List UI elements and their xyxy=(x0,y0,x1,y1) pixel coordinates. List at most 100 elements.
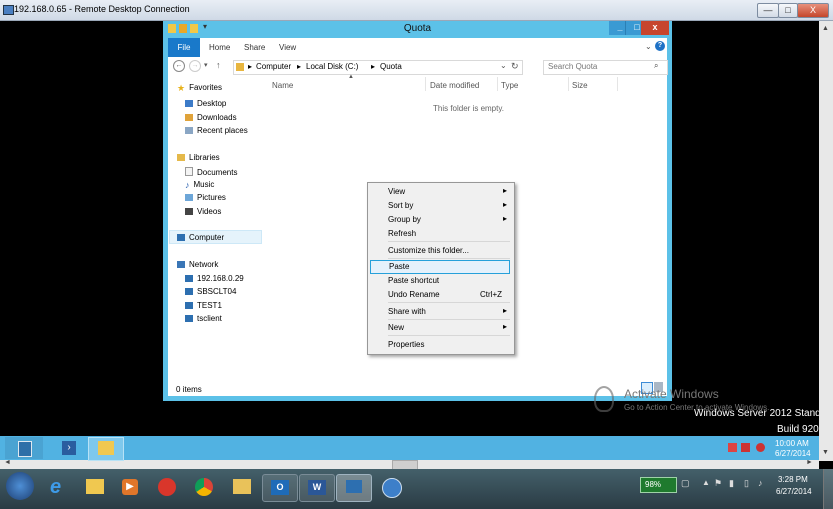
breadcrumb-quota[interactable]: Quota xyxy=(380,62,402,71)
nav-item-downloads[interactable]: Downloads xyxy=(185,113,237,122)
menu-item-customize-folder[interactable]: Customize this folder... xyxy=(368,244,514,258)
search-icon[interactable]: ⌕ xyxy=(654,61,658,71)
nav-network[interactable]: Network xyxy=(177,260,218,269)
scroll-down-icon[interactable]: ▼ xyxy=(822,449,829,456)
client-clock-time[interactable]: 3:28 PM xyxy=(778,475,808,484)
nav-item-videos[interactable]: Videos xyxy=(185,207,221,216)
recent-locations-icon[interactable]: ▾ xyxy=(204,61,208,69)
menu-item-label: Properties xyxy=(388,340,425,349)
rdp-close-button[interactable]: X xyxy=(797,3,829,18)
nav-item-network-host[interactable]: TEST1 xyxy=(185,301,222,310)
nav-item-pictures[interactable]: Pictures xyxy=(185,193,226,202)
nav-item-network-host[interactable]: tsclient xyxy=(185,314,222,323)
tray-flag-icon[interactable] xyxy=(728,443,737,452)
tray-app-icon[interactable]: ▢ xyxy=(681,478,690,489)
nav-item-recent-places[interactable]: Recent places xyxy=(185,126,248,135)
tray-power-icon[interactable]: ▮ xyxy=(729,478,734,489)
nav-item-documents[interactable]: Documents xyxy=(185,167,237,177)
menu-item-properties[interactable]: Properties xyxy=(368,338,514,352)
column-header-date-modified[interactable]: Date modified xyxy=(430,81,479,90)
column-divider xyxy=(425,77,426,91)
nav-computer[interactable]: Computer xyxy=(177,233,224,242)
menu-item-paste-shortcut[interactable]: Paste shortcut xyxy=(368,274,514,288)
breadcrumb-computer[interactable]: Computer xyxy=(256,62,291,71)
show-desktop-button[interactable] xyxy=(823,469,833,509)
taskbar-app-button[interactable] xyxy=(374,474,408,500)
tray-show-hidden-icon[interactable]: ▲ xyxy=(702,478,710,487)
breadcrumb-separator-icon[interactable]: ▸ xyxy=(297,62,301,71)
up-button[interactable]: ↑ xyxy=(216,60,221,70)
menu-item-share-with[interactable]: Share with ▸ xyxy=(368,305,514,319)
back-button[interactable]: ← xyxy=(173,60,185,72)
menu-item-paste[interactable]: Paste xyxy=(370,260,510,274)
client-clock-date[interactable]: 6/27/2014 xyxy=(776,487,812,496)
taskbar-rdp-button[interactable] xyxy=(336,474,372,502)
scroll-left-icon[interactable]: ◄ xyxy=(4,459,11,466)
taskbar-chrome-button[interactable] xyxy=(187,474,221,500)
nav-item-network-host[interactable]: 192.168.0.29 xyxy=(185,274,244,283)
help-icon[interactable]: ? xyxy=(655,41,665,51)
menu-item-new[interactable]: New ▸ xyxy=(368,321,514,335)
battery-indicator[interactable]: 98% xyxy=(640,477,677,493)
ribbon-expand-icon[interactable]: ⌄ xyxy=(645,42,652,51)
scroll-right-icon[interactable]: ► xyxy=(806,459,813,466)
tab-share[interactable]: Share xyxy=(244,43,265,52)
libraries-icon xyxy=(177,154,185,161)
address-bar[interactable]: ▸ Computer ▸ Local Disk (C:) ▸ Quota ⌄ ↻ xyxy=(233,60,523,75)
taskbar-ie-button[interactable]: e xyxy=(42,474,76,500)
server-clock-date[interactable]: 6/27/2014 xyxy=(775,449,811,458)
menu-item-undo-rename[interactable]: Undo Rename Ctrl+Z xyxy=(368,288,514,302)
nav-libraries[interactable]: Libraries xyxy=(177,153,220,162)
close-button[interactable]: x xyxy=(641,21,669,35)
taskbar-media-button[interactable]: ▶ xyxy=(113,474,147,500)
rdp-vertical-scrollbar[interactable]: ▲ ▼ xyxy=(819,21,833,461)
nav-item-desktop[interactable]: Desktop xyxy=(185,99,226,108)
rdp-window-title: 192.168.0.65 - Remote Desktop Connection xyxy=(14,4,190,14)
start-button[interactable] xyxy=(6,472,34,500)
taskbar-explorer-button[interactable] xyxy=(78,474,112,500)
nav-item-label: Desktop xyxy=(197,99,227,108)
menu-item-refresh[interactable]: Refresh xyxy=(368,227,514,241)
rdp-minimize-button[interactable]: — xyxy=(757,3,779,18)
server-clock-time[interactable]: 10:00 AM xyxy=(775,439,809,448)
column-header-type[interactable]: Type xyxy=(501,81,518,90)
taskbar-powershell-button[interactable]: › xyxy=(50,437,88,459)
refresh-icon[interactable]: ↻ xyxy=(511,61,519,72)
computer-icon xyxy=(185,315,193,322)
taskbar-folder-button[interactable] xyxy=(225,474,259,500)
breadcrumb-local-disk[interactable]: Local Disk (C:) xyxy=(306,62,358,71)
menu-item-view[interactable]: View ▸ xyxy=(368,185,514,199)
rdp-maximize-button[interactable]: □ xyxy=(778,3,798,18)
nav-item-network-host[interactable]: SBSCLT04 xyxy=(185,287,236,296)
breadcrumb-separator-icon[interactable]: ▸ xyxy=(371,62,375,71)
search-input[interactable]: Search Quota ⌕ xyxy=(543,60,668,75)
column-header-size[interactable]: Size xyxy=(572,81,588,90)
forward-button[interactable]: → xyxy=(189,60,201,72)
taskbar-explorer-button[interactable] xyxy=(88,437,124,461)
address-dropdown-icon[interactable]: ⌄ xyxy=(500,61,507,70)
tray-network-icon[interactable]: ▯ xyxy=(744,478,749,489)
taskbar-word-button[interactable]: W xyxy=(299,474,335,502)
breadcrumb-separator-icon[interactable]: ▸ xyxy=(248,62,252,71)
taskbar-outlook-button[interactable]: O xyxy=(262,474,298,502)
tray-volume-icon[interactable]: ♪ xyxy=(758,478,763,488)
taskbar-server-manager-button[interactable] xyxy=(5,437,43,459)
scroll-up-icon[interactable]: ▲ xyxy=(822,25,829,32)
submenu-arrow-icon: ▸ xyxy=(502,214,507,223)
taskbar-app-button[interactable] xyxy=(150,474,184,500)
nav-item-music[interactable]: ♪ Music xyxy=(185,180,214,190)
nav-favorites[interactable]: ★ Favorites xyxy=(177,83,222,93)
desktop-icon xyxy=(185,100,193,107)
menu-item-group-by[interactable]: Group by ▸ xyxy=(368,213,514,227)
tray-network-icon[interactable] xyxy=(741,443,750,452)
tab-file[interactable]: File xyxy=(168,38,200,57)
tray-flag-icon[interactable]: ⚑ xyxy=(714,478,722,489)
tray-volume-icon[interactable] xyxy=(756,443,765,452)
server-taskbar: › 10:00 AM 6/27/2014 xyxy=(0,436,819,461)
column-header-name[interactable]: Name xyxy=(272,81,293,90)
nav-computer-label: Computer xyxy=(189,233,225,242)
tab-home[interactable]: Home xyxy=(209,43,230,52)
column-divider xyxy=(497,77,498,91)
tab-view[interactable]: View xyxy=(279,43,296,52)
menu-item-sort-by[interactable]: Sort by ▸ xyxy=(368,199,514,213)
